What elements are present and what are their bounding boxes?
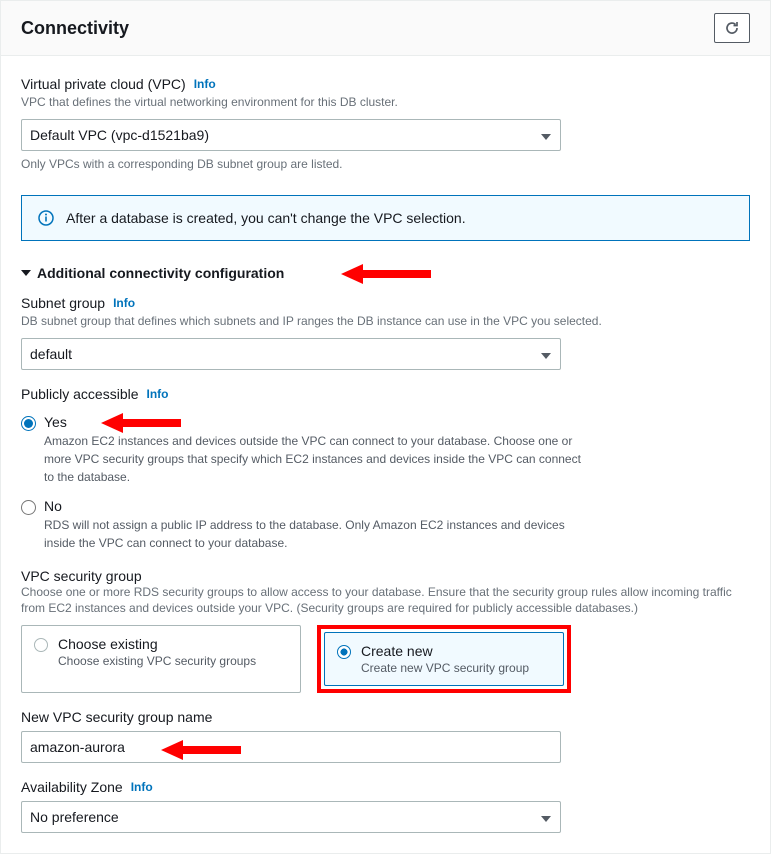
sg-label: VPC security group bbox=[21, 568, 750, 584]
panel-body: Virtual private cloud (VPC) Info VPC tha… bbox=[1, 56, 770, 853]
connectivity-panel: Connectivity Virtual private cloud (VPC)… bbox=[0, 0, 771, 854]
public-no-radio[interactable] bbox=[21, 500, 36, 515]
panel-header: Connectivity bbox=[1, 1, 770, 56]
refresh-icon bbox=[724, 20, 740, 36]
subnet-select-value: default bbox=[30, 346, 72, 362]
caret-down-icon bbox=[21, 265, 31, 281]
annotation-highlight: Create new Create new VPC security group bbox=[317, 625, 571, 693]
newsg-input[interactable] bbox=[21, 731, 561, 763]
sg-create-title: Create new bbox=[361, 643, 529, 659]
az-label: Availability Zone bbox=[21, 779, 123, 795]
subnet-hint: DB subnet group that defines which subne… bbox=[21, 313, 750, 330]
sg-section: VPC security group Choose one or more RD… bbox=[21, 568, 750, 694]
public-yes-desc: Amazon EC2 instances and devices outside… bbox=[44, 432, 584, 486]
vpc-note: Only VPCs with a corresponding DB subnet… bbox=[21, 157, 750, 171]
additional-config-toggle[interactable]: Additional connectivity configuration bbox=[21, 265, 750, 281]
refresh-button[interactable] bbox=[714, 13, 750, 43]
annotation-arrow-icon bbox=[341, 261, 431, 287]
vpc-alert: After a database is created, you can't c… bbox=[21, 195, 750, 241]
subnet-label: Subnet group bbox=[21, 295, 105, 311]
vpc-select-value: Default VPC (vpc-d1521ba9) bbox=[30, 127, 209, 143]
vpc-alert-text: After a database is created, you can't c… bbox=[66, 210, 466, 226]
vpc-section: Virtual private cloud (VPC) Info VPC tha… bbox=[21, 76, 750, 241]
sg-hint: Choose one or more RDS security groups t… bbox=[21, 584, 741, 618]
info-icon bbox=[38, 210, 54, 226]
public-no-desc: RDS will not assign a public IP address … bbox=[44, 516, 584, 552]
public-info-link[interactable]: Info bbox=[147, 387, 169, 401]
sg-existing-desc: Choose existing VPC security groups bbox=[58, 654, 256, 668]
panel-title: Connectivity bbox=[21, 18, 129, 39]
sg-existing-radio[interactable] bbox=[34, 638, 48, 652]
public-yes-radio[interactable] bbox=[21, 416, 36, 431]
az-section: Availability Zone Info No preference bbox=[21, 779, 750, 833]
additional-config-title: Additional connectivity configuration bbox=[37, 265, 284, 281]
vpc-hint: VPC that defines the virtual networking … bbox=[21, 94, 750, 111]
public-no-option[interactable]: No RDS will not assign a public IP addre… bbox=[21, 498, 750, 552]
az-select-value: No preference bbox=[30, 809, 119, 825]
public-no-label: No bbox=[44, 498, 750, 514]
sg-create-new-card[interactable]: Create new Create new VPC security group bbox=[324, 632, 564, 686]
subnet-select[interactable]: default bbox=[21, 338, 561, 370]
public-yes-label: Yes bbox=[44, 414, 750, 430]
sg-choose-existing-card[interactable]: Choose existing Choose existing VPC secu… bbox=[21, 625, 301, 693]
sg-create-desc: Create new VPC security group bbox=[361, 661, 529, 675]
subnet-info-link[interactable]: Info bbox=[113, 296, 135, 310]
sg-create-radio[interactable] bbox=[337, 645, 351, 659]
vpc-select[interactable]: Default VPC (vpc-d1521ba9) bbox=[21, 119, 561, 151]
public-yes-option[interactable]: Yes Amazon EC2 instances and devices out… bbox=[21, 414, 750, 486]
public-label: Publicly accessible bbox=[21, 386, 139, 402]
newsg-section: New VPC security group name bbox=[21, 709, 750, 763]
sg-existing-title: Choose existing bbox=[58, 636, 256, 652]
subnet-section: Subnet group Info DB subnet group that d… bbox=[21, 295, 750, 370]
az-select[interactable]: No preference bbox=[21, 801, 561, 833]
newsg-label: New VPC security group name bbox=[21, 709, 750, 725]
az-info-link[interactable]: Info bbox=[131, 780, 153, 794]
vpc-info-link[interactable]: Info bbox=[194, 77, 216, 91]
vpc-label: Virtual private cloud (VPC) bbox=[21, 76, 186, 92]
public-section: Publicly accessible Info Yes Amazon EC2 … bbox=[21, 386, 750, 552]
